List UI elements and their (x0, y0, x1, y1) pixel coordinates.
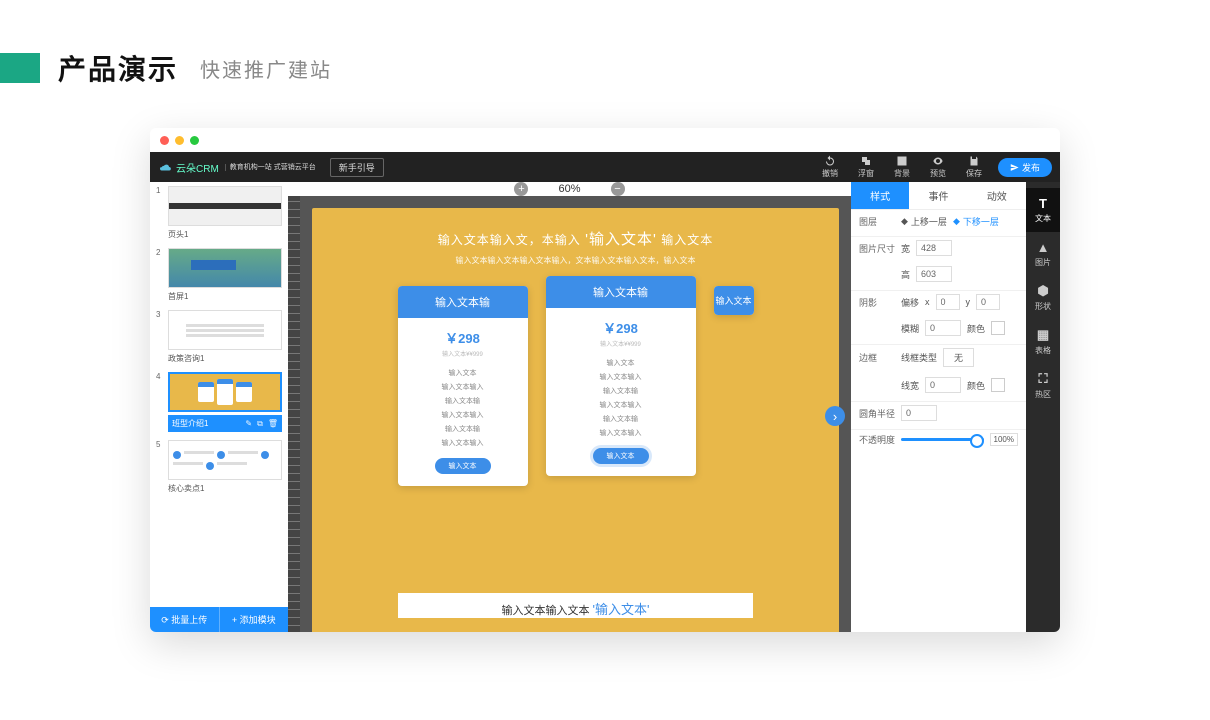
canvas-area: + 60% − 输入文本输入文，本输入 '输入文本' 输入文本 输入文本输入文本… (288, 182, 851, 632)
save-button[interactable]: 保存 (956, 155, 992, 179)
zoom-bar: + 60% − (288, 182, 851, 196)
height-input[interactable] (916, 266, 952, 282)
brand-logo[interactable]: 云朵CRM 教育机构一站 式营销云平台 (158, 160, 316, 175)
price-card-3[interactable]: 输入文本 (714, 286, 754, 315)
next-slide-button[interactable]: › (825, 406, 845, 426)
tool-rail: T文本 ▲图片 ⬢形状 ▦表格 ⛶热区 (1026, 182, 1060, 632)
brand-sub: 教育机构一站 式营销云平台 (225, 164, 316, 171)
thumb-5[interactable]: 5 核心卖点1 (156, 440, 282, 494)
ruler-vertical (288, 196, 300, 632)
properties-panel: 样式 事件 动效 图层 ◆ 上移一层 ◆ 下移一层 图片尺寸 宽 高 阴影 (851, 182, 1026, 632)
page-content[interactable]: 输入文本输入文，本输入 '输入文本' 输入文本 输入文本输入文本输入文本输入，文… (312, 208, 839, 632)
layer-up-button[interactable]: ◆ 上移一层 (901, 215, 947, 228)
top-bar: 云朵CRM 教育机构一站 式营销云平台 新手引导 撤销 浮窗 背景 预览 保存 … (150, 152, 1060, 182)
tab-animation[interactable]: 动效 (968, 182, 1026, 209)
radius-input[interactable] (901, 405, 937, 421)
maximize-icon[interactable] (190, 136, 199, 145)
width-input[interactable] (916, 240, 952, 256)
tab-event[interactable]: 事件 (909, 182, 967, 209)
rail-image[interactable]: ▲图片 (1026, 232, 1060, 276)
rail-shape[interactable]: ⬢形状 (1026, 276, 1060, 320)
zoom-out-button[interactable]: − (611, 182, 625, 196)
brand-text: 云朵CRM (176, 160, 219, 175)
copy-icon[interactable]: ⧉ (257, 419, 263, 429)
hotzone-icon: ⛶ (1036, 372, 1050, 386)
tab-style[interactable]: 样式 (851, 182, 909, 209)
shape-icon: ⬢ (1036, 284, 1050, 298)
card-button-2[interactable]: 输入文本 (593, 448, 649, 464)
edit-icon[interactable]: ✎ (245, 419, 252, 429)
publish-button[interactable]: 发布 (998, 158, 1052, 177)
border-color-swatch[interactable] (991, 378, 1005, 392)
batch-upload-button[interactable]: ⟳ 批量上传 (150, 607, 220, 632)
card-button-1[interactable]: 输入文本 (435, 458, 491, 474)
opacity-slider[interactable] (901, 438, 984, 441)
shadow-blur-input[interactable] (925, 320, 961, 336)
thumb-1[interactable]: 1 页头1 (156, 186, 282, 240)
shadow-y-input[interactable] (976, 294, 1000, 310)
rail-hotzone[interactable]: ⛶热区 (1026, 364, 1060, 408)
layer-down-button[interactable]: ◆ 下移一层 (953, 215, 999, 228)
float-button[interactable]: 浮窗 (848, 155, 884, 179)
thumb-2[interactable]: 2 首屏1 (156, 248, 282, 302)
border-width-input[interactable] (925, 377, 961, 393)
opacity-value: 100% (990, 433, 1018, 446)
thumb-4-active[interactable]: 4 班型介绍1✎⧉🗑 (156, 372, 282, 432)
canvas-heading[interactable]: 输入文本输入文，本输入 '输入文本' 输入文本 (438, 228, 713, 249)
rail-table[interactable]: ▦表格 (1026, 320, 1060, 364)
thumb-3[interactable]: 3 政策咨询1 (156, 310, 282, 364)
shadow-x-input[interactable] (936, 294, 960, 310)
guide-button[interactable]: 新手引导 (330, 158, 384, 177)
delete-icon[interactable]: 🗑 (268, 419, 278, 429)
canvas[interactable]: 输入文本输入文，本输入 '输入文本' 输入文本 输入文本输入文本输入文本输入，文… (300, 196, 851, 632)
page-title: 产品演示 (58, 48, 178, 88)
header-accent-bar (0, 53, 40, 83)
close-icon[interactable] (160, 136, 169, 145)
canvas-footer[interactable]: 输入文本输入文本 '输入文本' (398, 593, 753, 618)
app-window: 云朵CRM 教育机构一站 式营销云平台 新手引导 撤销 浮窗 背景 预览 保存 … (150, 128, 1060, 632)
price-card-2[interactable]: 输入文本输 ￥298 输入文本¥¥999 输入文本 输入文本输入 输入文本输 输… (546, 276, 696, 476)
minimize-icon[interactable] (175, 136, 184, 145)
table-icon: ▦ (1036, 328, 1050, 342)
preview-button[interactable]: 预览 (920, 155, 956, 179)
page-subtitle: 快速推广建站 (200, 54, 332, 83)
add-module-button[interactable]: + 添加模块 (220, 607, 289, 632)
price-card-1[interactable]: 输入文本输 ￥298 输入文本¥¥999 输入文本 输入文本输入 输入文本输 输… (398, 286, 528, 486)
undo-button[interactable]: 撤销 (812, 155, 848, 179)
background-button[interactable]: 背景 (884, 155, 920, 179)
border-type-select[interactable]: 无 (943, 348, 974, 367)
shadow-color-swatch[interactable] (991, 321, 1005, 335)
page-header: 产品演示 快速推广建站 (0, 0, 1210, 108)
rail-text[interactable]: T文本 (1026, 188, 1060, 232)
zoom-level: 60% (558, 183, 580, 195)
text-icon: T (1036, 196, 1050, 210)
sidebar: 1 页头1 2 首屏1 3 政策咨询1 4 班型介绍1✎⧉🗑 5 核心卖点 (150, 182, 288, 632)
canvas-subheading[interactable]: 输入文本输入文本输入文本输入，文本输入文本输入文本，输入文本 (456, 255, 696, 266)
image-icon: ▲ (1036, 240, 1050, 254)
window-controls (150, 128, 1060, 152)
zoom-in-button[interactable]: + (514, 182, 528, 196)
